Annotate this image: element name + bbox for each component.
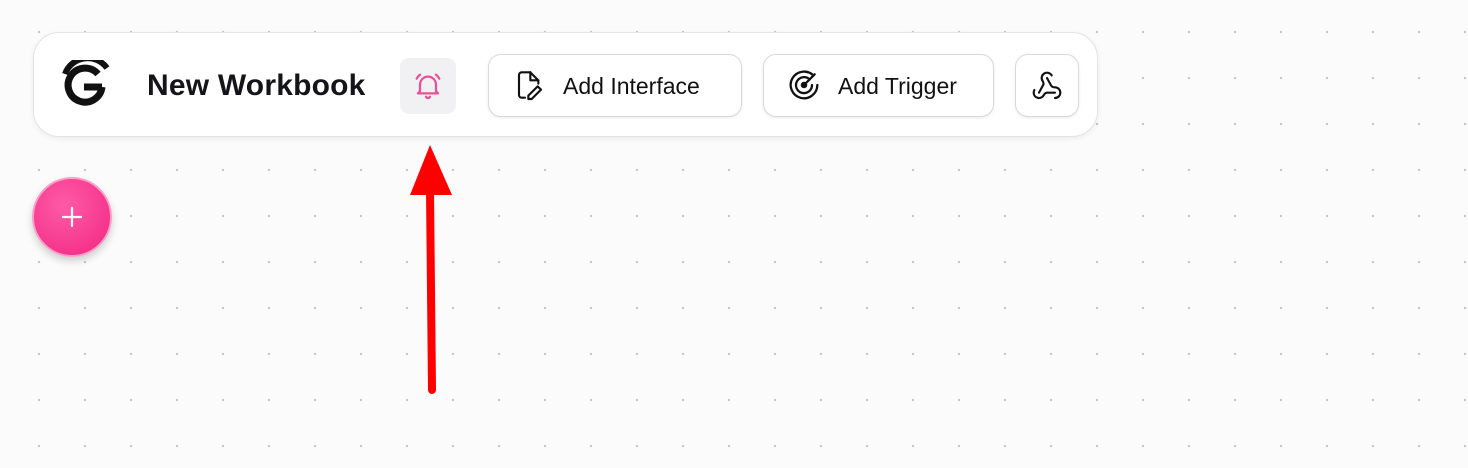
notifications-button[interactable]	[400, 58, 456, 114]
add-trigger-button[interactable]: Add Trigger	[763, 54, 994, 117]
workbook-title[interactable]: New Workbook	[147, 66, 366, 106]
file-pen-icon	[517, 71, 543, 101]
webhook-button[interactable]	[1015, 54, 1079, 117]
add-interface-button[interactable]: Add Interface	[488, 54, 742, 117]
add-interface-label: Add Interface	[563, 73, 700, 99]
add-node-button[interactable]	[32, 177, 112, 257]
add-trigger-label: Add Trigger	[838, 73, 957, 99]
plus-icon	[61, 206, 83, 228]
annotation-arrow-icon	[410, 145, 452, 394]
webhook-icon	[1032, 71, 1062, 99]
bell-icon	[415, 73, 441, 100]
radar-icon	[789, 70, 819, 100]
logo-icon	[62, 60, 110, 106]
